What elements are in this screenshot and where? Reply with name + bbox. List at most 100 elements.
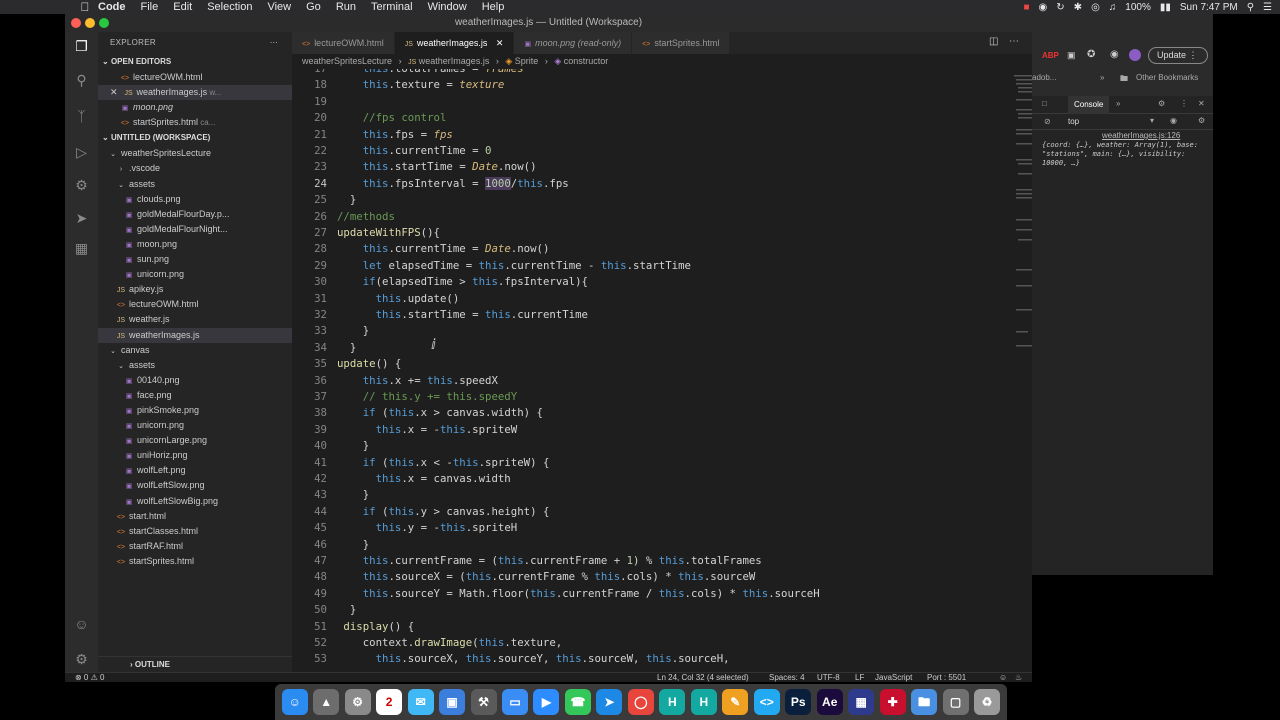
trash-icon[interactable]: ♻ <box>974 689 1001 715</box>
menu-edit[interactable]: Edit <box>173 1 192 13</box>
source-control-icon[interactable]: ᛉ <box>73 108 90 125</box>
code-line[interactable]: } <box>337 603 356 616</box>
apple-icon[interactable]:  <box>78 0 92 14</box>
code-line[interactable]: this.x = -this.spriteW <box>337 423 518 436</box>
devtools-settings-icon[interactable]: ⚙ <box>1158 99 1165 108</box>
chrome-update-button[interactable]: Update ⋮ <box>1148 47 1208 64</box>
more-actions-icon[interactable]: ⋯ <box>270 32 278 54</box>
code-line[interactable]: if (this.x < -this.spriteW) { <box>337 456 550 469</box>
tree-file[interactable]: ▣ goldMedalFlourDay.p... <box>98 207 292 222</box>
close-icon[interactable]: ✕ <box>110 87 118 97</box>
menu-window[interactable]: Window <box>428 1 467 13</box>
code-line[interactable]: let elapsedTime = this.currentTime - thi… <box>337 259 691 272</box>
live-share-icon[interactable]: ➤ <box>73 210 90 227</box>
editor-tab[interactable]: ▣ moon.png (read-only) <box>514 32 633 54</box>
run-debug-icon[interactable]: ▷ <box>73 144 90 161</box>
code-line[interactable]: update() { <box>337 357 401 370</box>
other-bookmarks-icon[interactable]: 🖿 <box>1120 73 1128 87</box>
open-editor-item[interactable]: ✕ JS weatherImages.js w... <box>98 85 292 101</box>
code-editor[interactable]: 17 this.totalFrames = frames18 this.text… <box>292 69 1032 672</box>
editor-tab[interactable]: JS weatherImages.js ✕ <box>394 32 515 54</box>
vscode-icon[interactable]: <> <box>753 689 780 715</box>
puzzle-icon[interactable]: ✪ <box>1087 49 1095 60</box>
code-line[interactable]: this.startTime = Date.now() <box>337 160 537 173</box>
battery-icon[interactable]: ▮▮ <box>1160 2 1171 13</box>
hype-icon[interactable]: H <box>659 689 686 715</box>
close-tab-icon[interactable]: ✕ <box>493 38 504 48</box>
code-line[interactable]: if(elapsedTime > this.fpsInterval){ <box>337 275 588 288</box>
finder-icon[interactable]: ☺ <box>281 689 308 715</box>
code-line[interactable]: if (this.y > canvas.height) { <box>337 505 550 518</box>
code-line[interactable]: this.currentTime = Date.now() <box>337 242 550 255</box>
messages-icon[interactable]: ✉ <box>407 689 434 715</box>
volume-icon[interactable]: ♫ <box>1109 2 1117 13</box>
bluetooth-icon[interactable]: ✱ <box>1074 2 1082 13</box>
after-effects-icon[interactable]: Ae <box>816 689 843 715</box>
tree-file[interactable]: <> start.html <box>98 509 292 524</box>
menu-list-icon[interactable]: ☰ <box>1263 2 1272 13</box>
more-tabs-icon[interactable]: » <box>1116 99 1120 108</box>
context-dropdown-icon[interactable]: ▾ <box>1150 116 1154 125</box>
grid-icon[interactable]: ▦ <box>848 689 875 715</box>
spotlight-icon[interactable]: ⚲ <box>1247 2 1254 13</box>
safari-icon[interactable]: ➤ <box>596 689 623 715</box>
tree-folder[interactable]: ⌄ assets <box>98 177 292 192</box>
code-line[interactable]: this.texture = texture <box>337 78 505 91</box>
minimap[interactable] <box>1012 69 1032 369</box>
menu-selection[interactable]: Selection <box>207 1 252 13</box>
code-line[interactable]: this.currentTime = 0 <box>337 144 492 157</box>
launchpad-icon[interactable]: ▲ <box>313 689 340 715</box>
devtools-close-icon[interactable]: ✕ <box>1198 99 1205 108</box>
code-line[interactable]: this.y = -this.spriteH <box>337 521 518 534</box>
console-log-entry[interactable]: {coord: {…}, weather: Array(1), base: "s… <box>1042 141 1210 168</box>
code-line[interactable]: //methods <box>337 210 395 223</box>
minimize-window-button[interactable] <box>85 18 95 28</box>
sync-icon[interactable]: ↻ <box>1056 2 1064 13</box>
eye-icon[interactable]: ◉ <box>1170 116 1177 125</box>
code-line[interactable]: this.fpsInterval = 1000/this.fps <box>337 176 569 190</box>
photoshop-icon[interactable]: Ps <box>785 689 812 715</box>
menu-terminal[interactable]: Terminal <box>371 1 413 13</box>
maximize-window-button[interactable] <box>99 18 109 28</box>
tree-folder[interactable]: ⌄ assets <box>98 358 292 373</box>
record-icon[interactable]: ■ <box>1024 2 1030 13</box>
tree-file[interactable]: ▣ wolfLeft.png <box>98 463 292 478</box>
chrome-icon[interactable]: ◯ <box>627 689 654 715</box>
code-line[interactable]: this.fps = fps <box>337 128 453 141</box>
language-mode[interactable]: JavaScript <box>875 673 912 682</box>
preview-icon[interactable]: ▣ <box>439 689 466 715</box>
code-line[interactable]: this.update() <box>337 292 460 305</box>
avatar[interactable] <box>1129 49 1141 61</box>
tree-file[interactable]: ▣ wolfLeftSlow.png <box>98 478 292 493</box>
extension-icon[interactable]: ▣ <box>1067 50 1076 61</box>
code-line[interactable]: // this.y += this.speedY <box>337 390 517 403</box>
battery-percent[interactable]: 100% <box>1125 2 1151 13</box>
code-line[interactable]: this.sourceY = Math.floor(this.currentFr… <box>337 587 820 600</box>
line-ending[interactable]: LF <box>855 673 864 682</box>
extensions-icon[interactable]: ▦ <box>73 240 90 257</box>
tree-file[interactable]: JS apikey.js <box>98 282 292 297</box>
search-icon[interactable]: ⚲ <box>73 72 90 89</box>
tree-folder[interactable]: ⌄ canvas <box>98 343 292 358</box>
tree-file[interactable]: ▣ unicornLarge.png <box>98 433 292 448</box>
code-line[interactable]: updateWithFPS(){ <box>337 226 440 239</box>
calendar-icon[interactable]: 2 <box>376 689 403 715</box>
keynote-icon[interactable]: ▭ <box>502 689 529 715</box>
console-source-link[interactable]: weatherImages.js:126 <box>1102 131 1180 140</box>
open-editor-item[interactable]: ▣ moon.png <box>98 100 292 115</box>
open-editor-item[interactable]: <> lectureOWM.html <box>98 70 292 85</box>
hype-alt-icon[interactable]: H <box>690 689 717 715</box>
editor-more-icon[interactable]: ⋯ <box>1009 36 1019 47</box>
feedback-icon[interactable]: ☺ <box>999 673 1007 682</box>
tree-file[interactable]: ▣ uniHoriz.png <box>98 448 292 463</box>
code-line[interactable]: this.sourceX, this.sourceY, this.sourceW… <box>337 652 730 665</box>
tree-folder[interactable]: › .vscode <box>98 161 292 176</box>
menu-run[interactable]: Run <box>336 1 356 13</box>
tree-file[interactable]: ▣ unicorn.png <box>98 418 292 433</box>
code-line[interactable]: display() { <box>337 620 414 633</box>
notifications-icon[interactable]: ♨ <box>1015 673 1022 682</box>
tree-file[interactable]: ▣ wolfLeftSlowBig.png <box>98 494 292 509</box>
tree-file[interactable]: ▣ 00140.png <box>98 373 292 388</box>
code-line[interactable]: } <box>337 324 369 337</box>
tab-console[interactable]: Console <box>1068 96 1110 114</box>
